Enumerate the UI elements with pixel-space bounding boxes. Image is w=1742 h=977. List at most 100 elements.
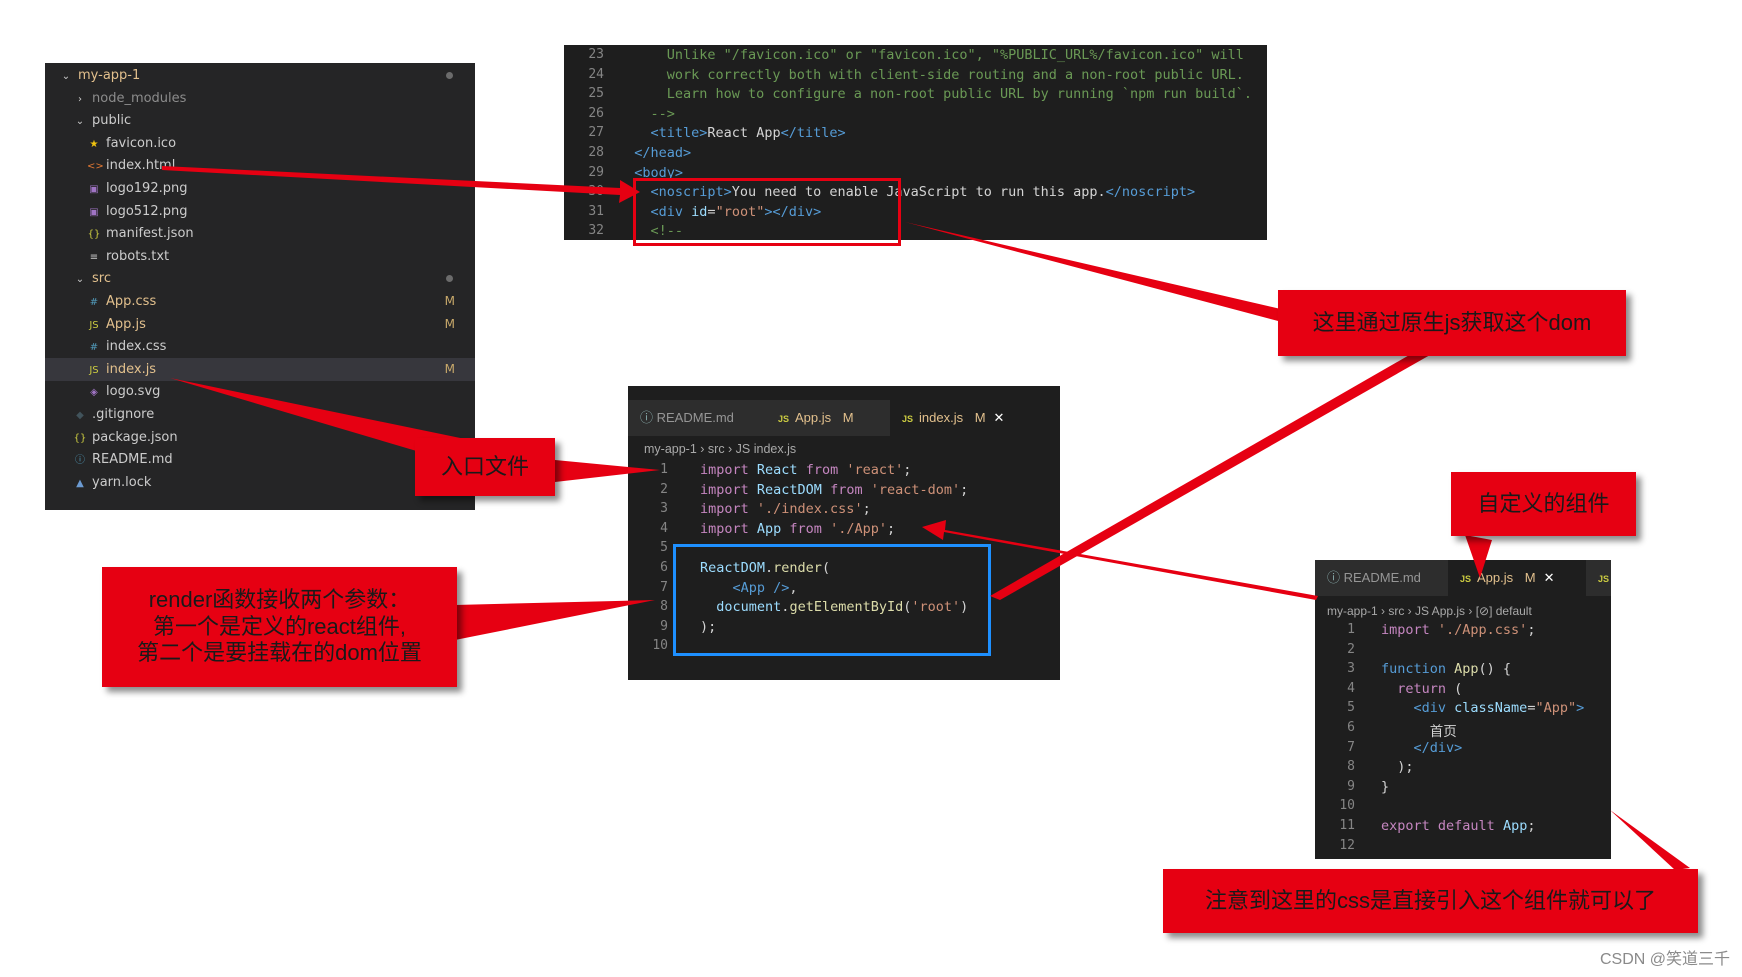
chevron-down-icon: ⌄ (61, 71, 71, 82)
line-number: 9 (660, 618, 668, 634)
editor-tab[interactable]: JS (1586, 560, 1611, 596)
editor-tab[interactable]: JS App.js M (766, 400, 890, 436)
explorer-item[interactable]: # App.css M (45, 290, 475, 313)
explorer-item-label: .gitignore (92, 407, 155, 422)
line-number: 2 (1347, 641, 1355, 657)
explorer-item-label: index.html (106, 158, 176, 174)
code-line[interactable]: export default App; (1381, 818, 1535, 834)
code-token: () { (1478, 661, 1512, 678)
code-token: "App" (1535, 700, 1577, 717)
line-number: 3 (1347, 661, 1355, 677)
modified-badge: M (1521, 570, 1536, 585)
code-line[interactable]: function App() { (1381, 661, 1511, 677)
text-icon: ≡ (89, 251, 99, 263)
code-line[interactable]: import React from 'react'; (700, 462, 911, 478)
editor-tab[interactable]: ⓘ README.md (1315, 560, 1448, 596)
code-line[interactable]: --> (618, 106, 675, 122)
breadcrumb[interactable]: my-app-1 › src › JS index.js (644, 438, 796, 460)
image-icon: ▣ (89, 184, 99, 195)
explorer-item[interactable]: <> index.html (45, 154, 475, 177)
close-tab-icon[interactable]: ✕ (994, 410, 1005, 425)
explorer-item[interactable]: ▲ yarn.lock (45, 471, 475, 494)
explorer-item[interactable]: ◈ logo.svg (45, 380, 475, 403)
line-number: 8 (1347, 759, 1355, 775)
explorer-item[interactable]: # index.css (45, 335, 475, 358)
code-line[interactable]: <title>React App</title> (618, 125, 846, 141)
chevron-right-icon: › (78, 93, 82, 105)
breadcrumb[interactable]: my-app-1 › src › JS App.js › [⊘] default (1327, 600, 1532, 622)
code-token: </div> (1413, 739, 1463, 756)
html-icon: <> (87, 161, 104, 173)
explorer-item-label: node_modules (92, 90, 187, 106)
code-line[interactable]: import './index.css'; (700, 501, 871, 517)
explorer-item[interactable]: ⌄ my-app-1 (45, 64, 475, 87)
code-token: ; (1527, 622, 1536, 638)
editor-tab-label: index.js (919, 410, 964, 425)
chevron-down-icon: ⌄ (75, 116, 85, 128)
code-line[interactable]: work correctly both with client-side rou… (618, 67, 1244, 83)
line-number: 1 (660, 462, 668, 477)
explorer-item-label: src (92, 271, 111, 287)
line-number: 12 (1339, 837, 1355, 853)
custom-component-note: 自定义的组件 (1451, 472, 1636, 536)
explorer-item[interactable]: ⌄ src (45, 267, 475, 290)
explorer-item[interactable]: {} package.json (45, 426, 475, 449)
explorer-item[interactable]: ▣ logo192.png (45, 177, 475, 200)
code-line[interactable]: return ( (1381, 681, 1462, 697)
code-token: export (1381, 818, 1438, 834)
code-line[interactable]: } (1381, 779, 1389, 795)
explorer-item-label: logo.svg (106, 384, 161, 400)
explorer-item[interactable]: ≡ robots.txt (45, 245, 475, 268)
js-file-icon: JS (778, 414, 790, 424)
explorer-item-label: manifest.json (106, 226, 194, 242)
code-token: import (700, 481, 757, 498)
code-line[interactable]: Unlike "/favicon.ico" or "favicon.ico", … (618, 47, 1244, 63)
code-line[interactable]: <div className="App"> (1381, 700, 1585, 717)
explorer-item-label: logo512.png (106, 203, 188, 219)
close-tab-icon[interactable]: ✕ (1544, 570, 1555, 585)
explorer-item-label: index.js (106, 361, 157, 377)
explorer-item[interactable]: JS App.js M (45, 313, 475, 336)
line-number: 27 (588, 125, 604, 141)
code-line[interactable]: Learn how to configure a non-root public… (618, 86, 1252, 102)
code-line[interactable]: import ReactDOM from 'react-dom'; (700, 482, 968, 498)
code-token: App (1502, 818, 1528, 834)
line-number: 11 (1339, 818, 1355, 833)
explorer-item-label: App.js (106, 316, 146, 332)
explorer-item[interactable]: JS index.js M (45, 357, 475, 381)
explorer-item[interactable]: ▣ logo512.png (45, 200, 475, 223)
editor-tab[interactable]: JS App.js M ✕ (1448, 560, 1586, 596)
explorer-item[interactable]: ◆ .gitignore (45, 403, 475, 426)
line-number: 10 (652, 638, 668, 654)
explorer-item[interactable]: ⌄ public (45, 109, 475, 132)
explorer-item[interactable]: › node_modules (45, 87, 475, 110)
modified-badge: M (971, 410, 986, 425)
code-line[interactable]: import './App.css'; (1381, 622, 1535, 638)
explorer-item[interactable]: ★ favicon.ico (45, 132, 475, 155)
explorer-item[interactable]: ⓘ README.md (45, 448, 475, 471)
code-line[interactable]: 首页 (1381, 720, 1457, 740)
line-number: 4 (660, 520, 668, 536)
render-highlight-box (673, 544, 991, 656)
json-icon: {} (73, 432, 87, 444)
line-number: 8 (660, 599, 668, 615)
code-line[interactable]: </div> (1381, 739, 1463, 756)
svg-icon: ◈ (90, 387, 98, 399)
yarn-icon: ▲ (76, 477, 84, 489)
code-line[interactable]: </head> (618, 145, 691, 161)
modified-badge: M (444, 316, 455, 331)
code-token: </head> (634, 145, 692, 161)
line-number: 4 (1347, 680, 1355, 696)
editor-tab[interactable]: JS index.js M ✕ (890, 400, 1060, 436)
code-line[interactable]: ); (1381, 759, 1413, 775)
js-file-icon: JS (1598, 574, 1610, 584)
explorer-item-label: README.md (92, 452, 173, 468)
code-token: ; (960, 481, 969, 498)
code-line[interactable]: import App from './App'; (700, 521, 895, 537)
css-import-note: 注意到这里的css是直接引入这个组件就可以了 (1163, 869, 1698, 933)
entry-file-note: 入口文件 (415, 438, 555, 496)
render-note-line-1: render函数接收两个参数： (148, 587, 411, 613)
explorer-item[interactable]: {} manifest.json (45, 222, 475, 245)
editor-tab[interactable]: ⓘ README.md (628, 400, 766, 436)
